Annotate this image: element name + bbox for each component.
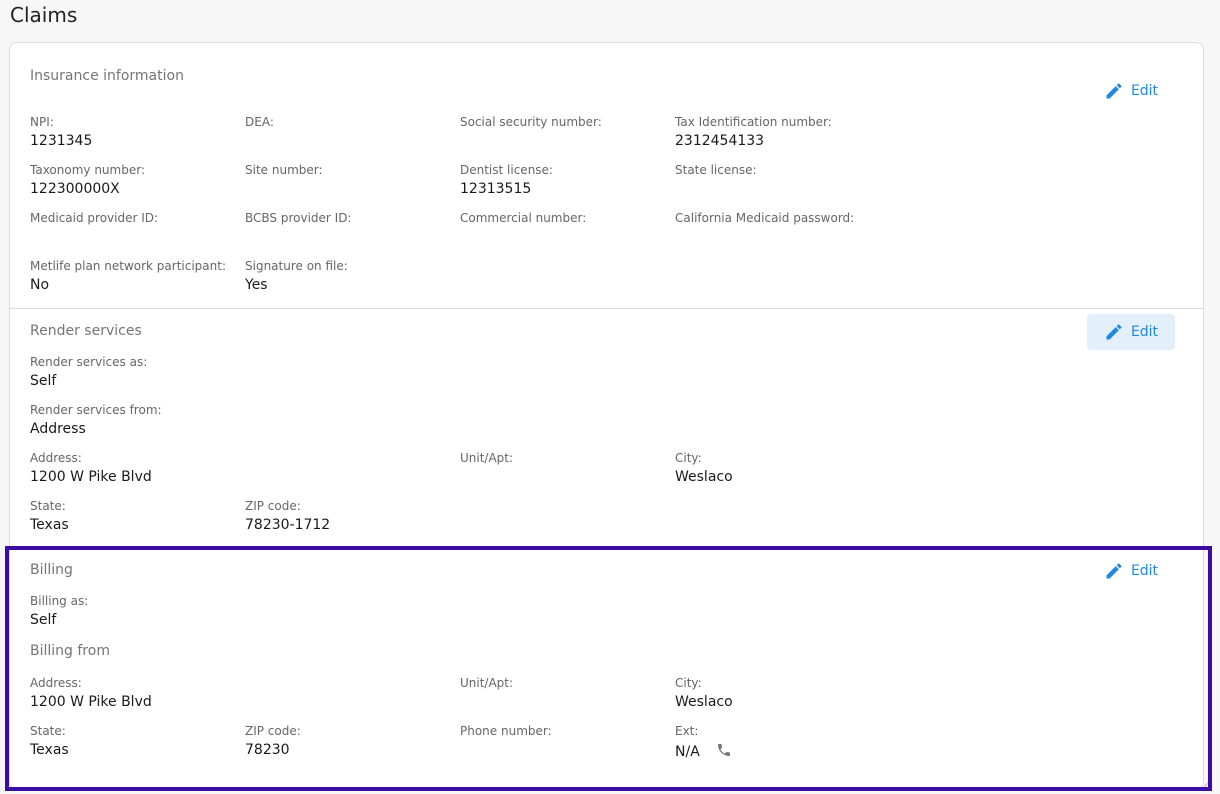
tin-value: 2312454133 <box>675 133 765 149</box>
metlife-label: Metlife plan network participant: <box>30 259 227 273</box>
billing-city-field: City: Weslaco <box>675 676 733 710</box>
metlife-value: No <box>30 277 50 293</box>
billing-zip-value: 78230 <box>245 742 290 758</box>
pencil-icon <box>1106 324 1122 340</box>
commercial-field: Commercial number: <box>460 211 586 229</box>
billing-city-value: Weslaco <box>675 694 733 710</box>
billing-address-field: Address: 1200 W Pike Blvd <box>30 676 152 710</box>
render-edit-button[interactable]: Edit <box>1087 314 1175 350</box>
billing-state-value: Texas <box>30 742 69 758</box>
insurance-edit-button[interactable]: Edit <box>1087 73 1175 109</box>
npi-label: NPI: <box>30 115 54 129</box>
render-from-value: Address <box>30 421 86 437</box>
render-services-section: Render services Edit Render services as:… <box>10 308 1203 548</box>
insurance-section: Insurance information Edit NPI: 1231345 … <box>10 62 1203 308</box>
billing-city-label: City: <box>675 676 702 690</box>
dentist-license-value: 12313515 <box>460 181 532 197</box>
render-as-field: Render services as: Self <box>30 355 147 389</box>
dea-field: DEA: <box>245 115 274 133</box>
medicaid-id-field: Medicaid provider ID: <box>30 211 158 229</box>
taxonomy-label: Taxonomy number: <box>30 163 145 177</box>
metlife-field: Metlife plan network participant: No <box>30 259 226 293</box>
dentist-license-label: Dentist license: <box>460 163 553 177</box>
insurance-section-title: Insurance information <box>30 68 184 84</box>
taxonomy-value: 122300000X <box>30 181 120 197</box>
npi-field: NPI: 1231345 <box>30 115 92 149</box>
billing-as-value: Self <box>30 612 57 628</box>
render-address-value: 1200 W Pike Blvd <box>30 469 152 485</box>
render-zip-value: 78230-1712 <box>245 517 331 533</box>
pencil-icon <box>1106 83 1122 99</box>
site-field: Site number: <box>245 163 323 181</box>
billing-state-field: State: Texas <box>30 724 69 758</box>
billing-phone-label: Phone number: <box>460 724 552 738</box>
billing-edit-button[interactable]: Edit <box>1087 553 1175 589</box>
state-license-label: State license: <box>675 163 757 177</box>
medicaid-id-label: Medicaid provider ID: <box>30 211 159 225</box>
commercial-label: Commercial number: <box>460 211 587 225</box>
billing-address-label: Address: <box>30 676 82 690</box>
npi-value: 1231345 <box>30 133 93 149</box>
billing-from-title: Billing from <box>30 643 110 659</box>
taxonomy-field: Taxonomy number: 122300000X <box>30 163 145 197</box>
render-zip-field: ZIP code: 78230-1712 <box>245 499 330 533</box>
dentist-license-field: Dentist license: 12313515 <box>460 163 553 197</box>
signature-value: Yes <box>245 277 268 293</box>
render-state-label: State: <box>30 499 66 513</box>
signature-field: Signature on file: Yes <box>245 259 348 293</box>
resize-grip-icon[interactable] <box>1204 779 1212 787</box>
billing-as-label: Billing as: <box>30 594 89 608</box>
render-city-label: City: <box>675 451 702 465</box>
billing-ext-row: N/A <box>675 742 732 760</box>
render-as-label: Render services as: <box>30 355 148 369</box>
render-section-title: Render services <box>30 323 142 339</box>
phone-icon[interactable] <box>716 742 732 758</box>
billing-section: Billing Edit Billing as: Self Billing fr… <box>10 548 1203 788</box>
tin-label: Tax Identification number: <box>675 115 832 129</box>
edit-label: Edit <box>1130 83 1159 99</box>
billing-zip-field: ZIP code: 78230 <box>245 724 301 758</box>
state-license-field: State license: <box>675 163 757 181</box>
render-as-value: Self <box>30 373 57 389</box>
edit-label: Edit <box>1130 324 1159 340</box>
billing-address-value: 1200 W Pike Blvd <box>30 694 152 710</box>
bcbs-id-field: BCBS provider ID: <box>245 211 352 229</box>
pencil-icon <box>1106 563 1122 579</box>
billing-section-title: Billing <box>30 562 73 578</box>
ssn-label: Social security number: <box>460 115 602 129</box>
render-from-label: Render services from: <box>30 403 162 417</box>
dea-label: DEA: <box>245 115 274 129</box>
render-city-field: City: Weslaco <box>675 451 733 485</box>
billing-as-field: Billing as: Self <box>30 594 88 628</box>
render-city-value: Weslaco <box>675 469 733 485</box>
render-zip-label: ZIP code: <box>245 499 301 513</box>
billing-ext-field: Ext: N/A <box>675 724 732 760</box>
page-title: Claims <box>10 3 78 27</box>
render-from-field: Render services from: Address <box>30 403 162 437</box>
bcbs-id-label: BCBS provider ID: <box>245 211 352 225</box>
render-address-label: Address: <box>30 451 82 465</box>
billing-state-label: State: <box>30 724 66 738</box>
billing-ext-value: N/A <box>675 744 700 760</box>
billing-phone-field: Phone number: <box>460 724 552 742</box>
ca-medicaid-password-label: California Medicaid password: <box>675 211 855 225</box>
render-state-value: Texas <box>30 517 69 533</box>
ca-medicaid-password-field: California Medicaid password: <box>675 211 854 229</box>
render-unit-field: Unit/Apt: <box>460 451 513 469</box>
site-label: Site number: <box>245 163 323 177</box>
edit-label: Edit <box>1130 563 1159 579</box>
render-unit-label: Unit/Apt: <box>460 451 514 465</box>
render-state-field: State: Texas <box>30 499 69 533</box>
billing-unit-label: Unit/Apt: <box>460 676 514 690</box>
billing-zip-label: ZIP code: <box>245 724 301 738</box>
ssn-field: Social security number: <box>460 115 602 133</box>
signature-label: Signature on file: <box>245 259 348 273</box>
billing-ext-label: Ext: <box>675 724 699 738</box>
billing-unit-field: Unit/Apt: <box>460 676 513 694</box>
tin-field: Tax Identification number: 2312454133 <box>675 115 832 149</box>
render-address-field: Address: 1200 W Pike Blvd <box>30 451 152 485</box>
